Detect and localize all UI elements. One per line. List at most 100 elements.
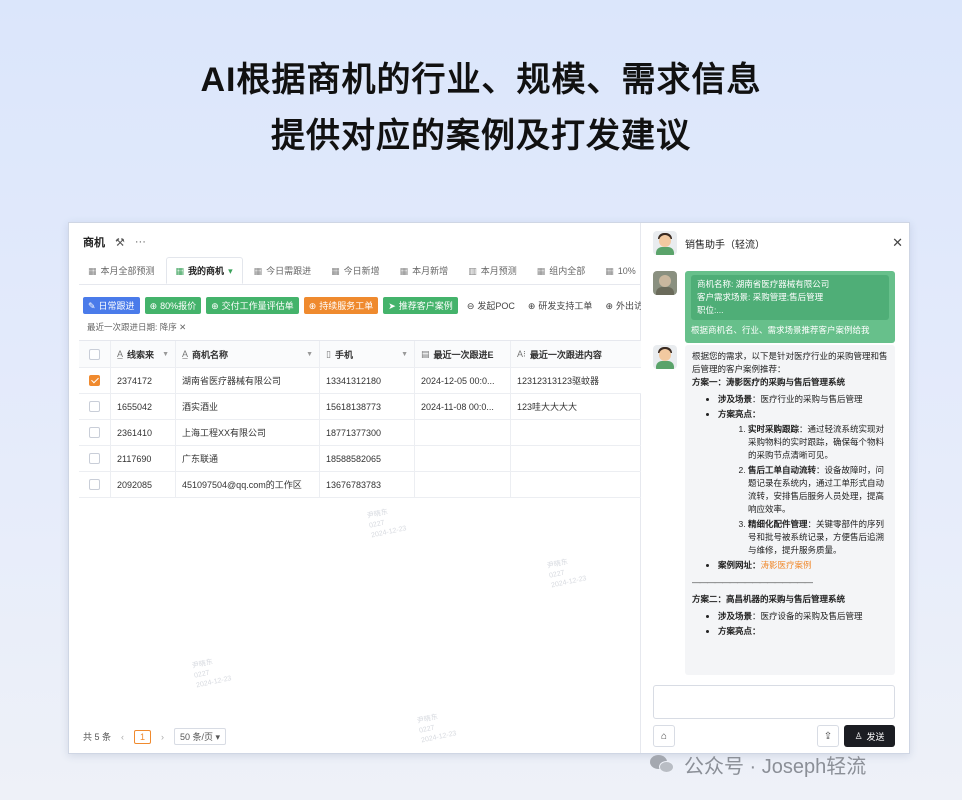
table-row[interactable]: 2374172 湖南省医疗器械有限公司 13341312180 2024-12-… [79,368,641,394]
headline-line-1: AI根据商机的行业、规模、需求信息 [200,61,762,99]
table-icon: ▦ [399,265,409,276]
sales-assistant-panel: 销售助手（轻流） ✕ 商机名称: 湖南省医疗器械有限公司 客户需求场景: 采购管… [641,223,909,753]
upload-icon[interactable]: ⇪ [817,725,839,747]
tab-my-opportunities[interactable]: ▦ 我的商机 ▾ [165,257,243,284]
send-icon: ➤ [388,300,396,311]
column-header-name[interactable]: A̲ 商机名称 ▼ [176,341,320,367]
pagination: 共 5 条 ‹ 1 › 50 条/页 ▾ [83,728,227,745]
row-checkbox[interactable] [79,394,111,419]
table-icon: ▦ [536,265,546,276]
quote-80-button[interactable]: ⊕ 80%报价 [144,297,202,314]
start-poc-button[interactable]: ⊖ 发起POC [463,297,519,314]
phone-icon: ▯ [326,348,331,359]
table-header: A̲ 线索来 ▼ A̲ 商机名称 ▼ ▯ 手机 ▼ ▤ 最近一次跟进E A⁝ 最近一次跟进内容 [79,341,641,368]
tab-group-all[interactable]: ▦ 组内全部 [528,257,595,284]
row-checkbox[interactable] [79,472,111,497]
page-size-select[interactable]: 50 条/页 ▾ [174,728,227,745]
tab-today-new[interactable]: ▦ 今日新增 [322,257,389,284]
table-icon: ▦ [88,265,97,276]
cell-last-content: 123哇大大大大 [517,402,578,412]
cell-name: 广东联通 [176,446,320,471]
chat-input[interactable] [653,685,895,719]
watermark: 尹晓东 0227 2024-12-23 [366,508,408,540]
select-all-checkbox[interactable] [79,341,111,367]
cell-name: 酒实酒业 [176,394,320,419]
cell-phone: 15618138773 [320,394,415,419]
column-header-phone[interactable]: ▯ 手机 ▼ [320,341,415,367]
table-icon: ▦ [175,265,185,276]
send-button[interactable]: ♙ 发送 [844,725,895,747]
close-icon[interactable]: ✕ [892,235,903,251]
more-icon[interactable]: ··· [135,236,146,248]
ai-text-icon: A⁝ [517,348,526,359]
kanban-icon: ▥ [468,265,477,276]
table-row[interactable]: 2361410 上海工程XX有限公司 18771377300 [79,420,641,446]
chevron-down-icon[interactable]: ▼ [306,351,313,358]
watermark: 尹晓东 0227 2024-12-23 [546,558,588,590]
column-header-source[interactable]: A̲ 线索来 ▼ [111,341,176,367]
cell-source: 2374172 [111,368,176,393]
plus-circle-icon: ⊕ [149,300,158,311]
text-field-icon: A̲ [182,349,189,359]
next-page-icon[interactable]: › [161,732,164,742]
delivery-workload-button[interactable]: ⊕ 交付工作量评估单 [206,297,299,314]
tab-10-percent[interactable]: ▦ 10% [596,257,640,284]
tab-month-prediction[interactable]: ▥ 本月预测 [459,257,526,284]
cell-last-content: 12312313123驱蚊器 [517,376,600,386]
tab-month-forecast[interactable]: ▦ 本月全部预测 [79,257,164,284]
send-icon: ♙ [854,730,863,741]
tool-icon[interactable]: ⌂ [653,725,675,747]
assistant-bubble: 根据您的需求，以下是针对医疗行业的采购管理和售后管理的客户案例推荐： 方案一：涛… [685,345,895,675]
chevron-down-icon[interactable]: ▼ [401,351,408,358]
tab-month-new[interactable]: ▦ 本月新增 [391,257,458,284]
prev-page-icon[interactable]: ‹ [121,732,124,742]
view-tabs: ▦ 本月全部预测 ▦ 我的商机 ▾ ▦ 今日需跟进 ▦ 今日新增 ▦ 本月新增 ▥ 本月预测 … [79,257,640,285]
user-avatar [653,271,677,295]
cell-last-date: 2024-12-05 00:0... [415,368,511,393]
action-toolbar: ✎ 日常跟进 ⊕ 80%报价 ⊕ 交付工作量评估单 ⊕ 持续服务工单 ➤ 推荐客户案例 ⊖… [83,297,647,314]
cell-name: 451097504@qq.com的工作区 [176,472,320,497]
table-icon: ▦ [253,265,263,276]
cell-source: 2117690 [111,446,176,471]
table-row[interactable]: 2117690 广东联通 18588582065 [79,446,641,472]
tab-today-follow-up[interactable]: ▦ 今日需跟进 [245,257,321,284]
cell-name: 湖南省医疗器械有限公司 [176,368,320,393]
row-checkbox[interactable] [79,368,111,393]
cell-last-date [415,420,511,445]
chevron-down-icon[interactable]: ▾ [228,257,233,284]
column-header-last-content[interactable]: A⁝ 最近一次跟进内容 [511,341,641,367]
panel-footer: ⌂ ⇪ ♙ 发送 [653,725,895,747]
column-header-last-date[interactable]: ▤ 最近一次跟进E [415,341,511,367]
assistant-avatar [653,345,677,369]
chevron-down-icon[interactable]: ▼ [162,351,169,358]
cell-phone: 18588582065 [320,446,415,471]
cell-phone: 18771377300 [320,420,415,445]
cell-last-content [511,472,641,497]
watermark: 尹晓东 0227 2024-12-23 [416,713,458,745]
page-number-button[interactable]: 1 [134,729,152,744]
row-checkbox[interactable] [79,420,111,445]
page-title: 商机 [83,237,105,249]
table-icon: ▦ [331,265,340,276]
recommend-case-button[interactable]: ➤ 推荐客户案例 [383,297,458,314]
daily-follow-up-button[interactable]: ✎ 日常跟进 [83,297,140,314]
cell-source: 2361410 [111,420,176,445]
rd-support-button[interactable]: ⊕ 研发支持工单 [524,297,597,314]
cell-last-content [511,420,641,445]
cell-last-date [415,446,511,471]
cell-last-date [415,472,511,497]
cell-source: 2092085 [111,472,176,497]
continuous-service-button[interactable]: ⊕ 持续服务工单 [303,297,379,314]
table-row[interactable]: 1655042 酒实酒业 15618138773 2024-11-08 00:0… [79,394,641,420]
total-count: 共 5 条 [83,732,112,742]
wrench-icon[interactable]: ⚒ [115,236,125,249]
watermark: 尹晓东 0227 2024-12-23 [191,658,233,690]
sort-filter-chip[interactable]: 最近一次跟进日期: 降序 ✕ [87,321,186,333]
table-row[interactable]: 2092085 451097504@qq.com的工作区 13676783783 [79,472,641,498]
panel-header: 销售助手（轻流） ✕ [653,230,903,256]
account-watermark: 公众号 · Joseph轻流 [650,750,866,779]
cell-name: 上海工程XX有限公司 [176,420,320,445]
app-screenshot-frame: 商机 ⚒ ··· ▦ 本月全部预测 ▦ 我的商机 ▾ ▦ 今日需跟进 ▦ 今日新增 ▦ 本月… [68,222,910,754]
row-checkbox[interactable] [79,446,111,471]
case-link[interactable]: 涛影医疗案例 [761,560,812,570]
